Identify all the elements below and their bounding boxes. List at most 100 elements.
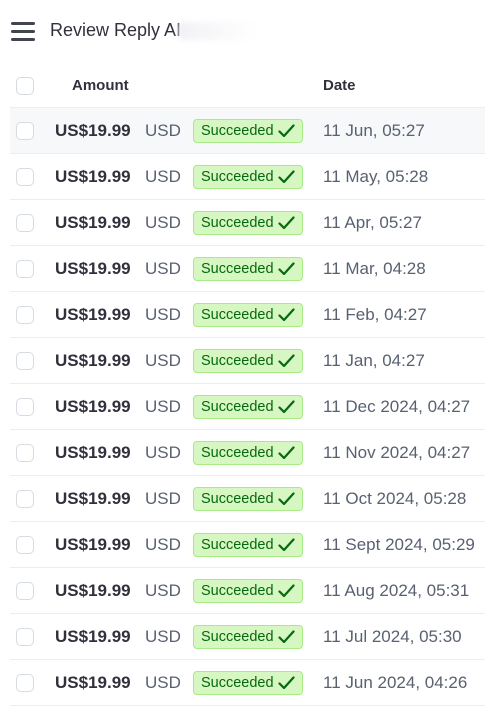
checkmark-icon [277, 492, 295, 506]
payment-amount: US$19.99 [55, 305, 131, 324]
payment-date: 11 May, 05:28 [323, 167, 429, 186]
table-row[interactable]: US$19.99 USD Succeeded 11 Jan, 04:27 [10, 338, 485, 384]
status-label: Succeeded [201, 629, 274, 645]
app-title: Review Reply AI [50, 20, 182, 40]
checkmark-icon [277, 400, 295, 414]
status-label: Succeeded [201, 583, 274, 599]
payment-date: 11 Jun 2024, 04:26 [323, 673, 468, 692]
table-row[interactable]: US$19.99 USD Succeeded 11 Oct 2024, 05:2… [10, 476, 485, 522]
status-label: Succeeded [201, 537, 274, 553]
row-checkbox[interactable] [16, 352, 34, 370]
app-header: Review Reply AI [0, 0, 485, 64]
row-checkbox[interactable] [16, 168, 34, 186]
payment-amount: US$19.99 [55, 627, 131, 646]
table-header: Amount Date [10, 64, 485, 108]
payment-amount: US$19.99 [55, 489, 131, 508]
payment-date: 11 Jan, 04:27 [323, 351, 425, 370]
status-badge: Succeeded [193, 119, 303, 143]
payment-amount: US$19.99 [55, 167, 131, 186]
status-label: Succeeded [201, 307, 274, 323]
status-label: Succeeded [201, 675, 274, 691]
payments-table-body: US$19.99 USD Succeeded 11 Jun, 05:27 US$… [10, 108, 485, 706]
payment-amount: US$19.99 [55, 397, 131, 416]
status-badge: Succeeded [193, 165, 303, 189]
status-badge: Succeeded [193, 487, 303, 511]
payment-currency: USD [145, 535, 181, 554]
table-row[interactable]: US$19.99 USD Succeeded 11 Dec 2024, 04:2… [10, 384, 485, 430]
payment-currency: USD [145, 121, 181, 140]
status-label: Succeeded [201, 491, 274, 507]
payment-amount: US$19.99 [55, 443, 131, 462]
row-checkbox[interactable] [16, 122, 34, 140]
table-row[interactable]: US$19.99 USD Succeeded 11 Jul 2024, 05:3… [10, 614, 485, 660]
payment-currency: USD [145, 443, 181, 462]
table-row[interactable]: US$19.99 USD Succeeded 11 Feb, 04:27 [10, 292, 485, 338]
payment-currency: USD [145, 351, 181, 370]
checkmark-icon [277, 308, 295, 322]
status-badge: Succeeded [193, 349, 303, 373]
row-checkbox[interactable] [16, 628, 34, 646]
row-checkbox[interactable] [16, 582, 34, 600]
status-badge: Succeeded [193, 395, 303, 419]
payment-currency: USD [145, 581, 181, 600]
row-checkbox[interactable] [16, 306, 34, 324]
checkmark-icon [277, 630, 295, 644]
row-checkbox[interactable] [16, 536, 34, 554]
table-row[interactable]: US$19.99 USD Succeeded 11 Nov 2024, 04:2… [10, 430, 485, 476]
status-label: Succeeded [201, 123, 274, 139]
payment-amount: US$19.99 [55, 673, 131, 692]
status-label: Succeeded [201, 215, 274, 231]
row-checkbox[interactable] [16, 214, 34, 232]
payment-currency: USD [145, 397, 181, 416]
status-badge: Succeeded [193, 579, 303, 603]
table-row[interactable]: US$19.99 USD Succeeded 11 Apr, 05:27 [10, 200, 485, 246]
table-row[interactable]: US$19.99 USD Succeeded 11 May, 05:28 [10, 154, 485, 200]
payment-amount: US$19.99 [55, 259, 131, 278]
payment-date: 11 Apr, 05:27 [323, 213, 422, 232]
payment-date: 11 Jun, 05:27 [323, 121, 425, 140]
payment-date: 11 Nov 2024, 04:27 [323, 443, 471, 462]
status-badge: Succeeded [193, 533, 303, 557]
status-badge: Succeeded [193, 441, 303, 465]
row-checkbox[interactable] [16, 490, 34, 508]
row-checkbox[interactable] [16, 398, 34, 416]
payment-currency: USD [145, 627, 181, 646]
checkmark-icon [277, 676, 295, 690]
checkmark-icon [277, 216, 295, 230]
checkmark-icon [277, 538, 295, 552]
checkmark-icon [277, 170, 295, 184]
status-badge: Succeeded [193, 211, 303, 235]
checkmark-icon [277, 262, 295, 276]
column-header-amount[interactable]: Amount [72, 77, 129, 94]
payment-amount: US$19.99 [55, 535, 131, 554]
payment-amount: US$19.99 [55, 351, 131, 370]
payment-currency: USD [145, 213, 181, 232]
status-label: Succeeded [201, 399, 274, 415]
payment-currency: USD [145, 167, 181, 186]
status-badge: Succeeded [193, 303, 303, 327]
hamburger-menu-icon[interactable] [11, 21, 35, 41]
select-all-checkbox[interactable] [16, 77, 34, 95]
checkmark-icon [277, 584, 295, 598]
column-header-date[interactable]: Date [323, 77, 356, 94]
payment-date: 11 Aug 2024, 05:31 [323, 581, 470, 600]
row-checkbox[interactable] [16, 260, 34, 278]
status-label: Succeeded [201, 353, 274, 369]
table-row[interactable]: US$19.99 USD Succeeded 11 Jun 2024, 04:2… [10, 660, 485, 706]
checkmark-icon [277, 354, 295, 368]
payment-currency: USD [145, 305, 181, 324]
row-checkbox[interactable] [16, 444, 34, 462]
table-row[interactable]: US$19.99 USD Succeeded 11 Sept 2024, 05:… [10, 522, 485, 568]
payment-currency: USD [145, 673, 181, 692]
status-badge: Succeeded [193, 625, 303, 649]
checkmark-icon [277, 446, 295, 460]
payment-date: 11 Feb, 04:27 [323, 305, 427, 324]
payment-amount: US$19.99 [55, 121, 131, 140]
blurred-title-suffix [178, 22, 258, 40]
table-row[interactable]: US$19.99 USD Succeeded 11 Aug 2024, 05:3… [10, 568, 485, 614]
status-label: Succeeded [201, 169, 274, 185]
row-checkbox[interactable] [16, 674, 34, 692]
table-row[interactable]: US$19.99 USD Succeeded 11 Mar, 04:28 [10, 246, 485, 292]
table-row[interactable]: US$19.99 USD Succeeded 11 Jun, 05:27 [10, 108, 485, 154]
status-badge: Succeeded [193, 257, 303, 281]
